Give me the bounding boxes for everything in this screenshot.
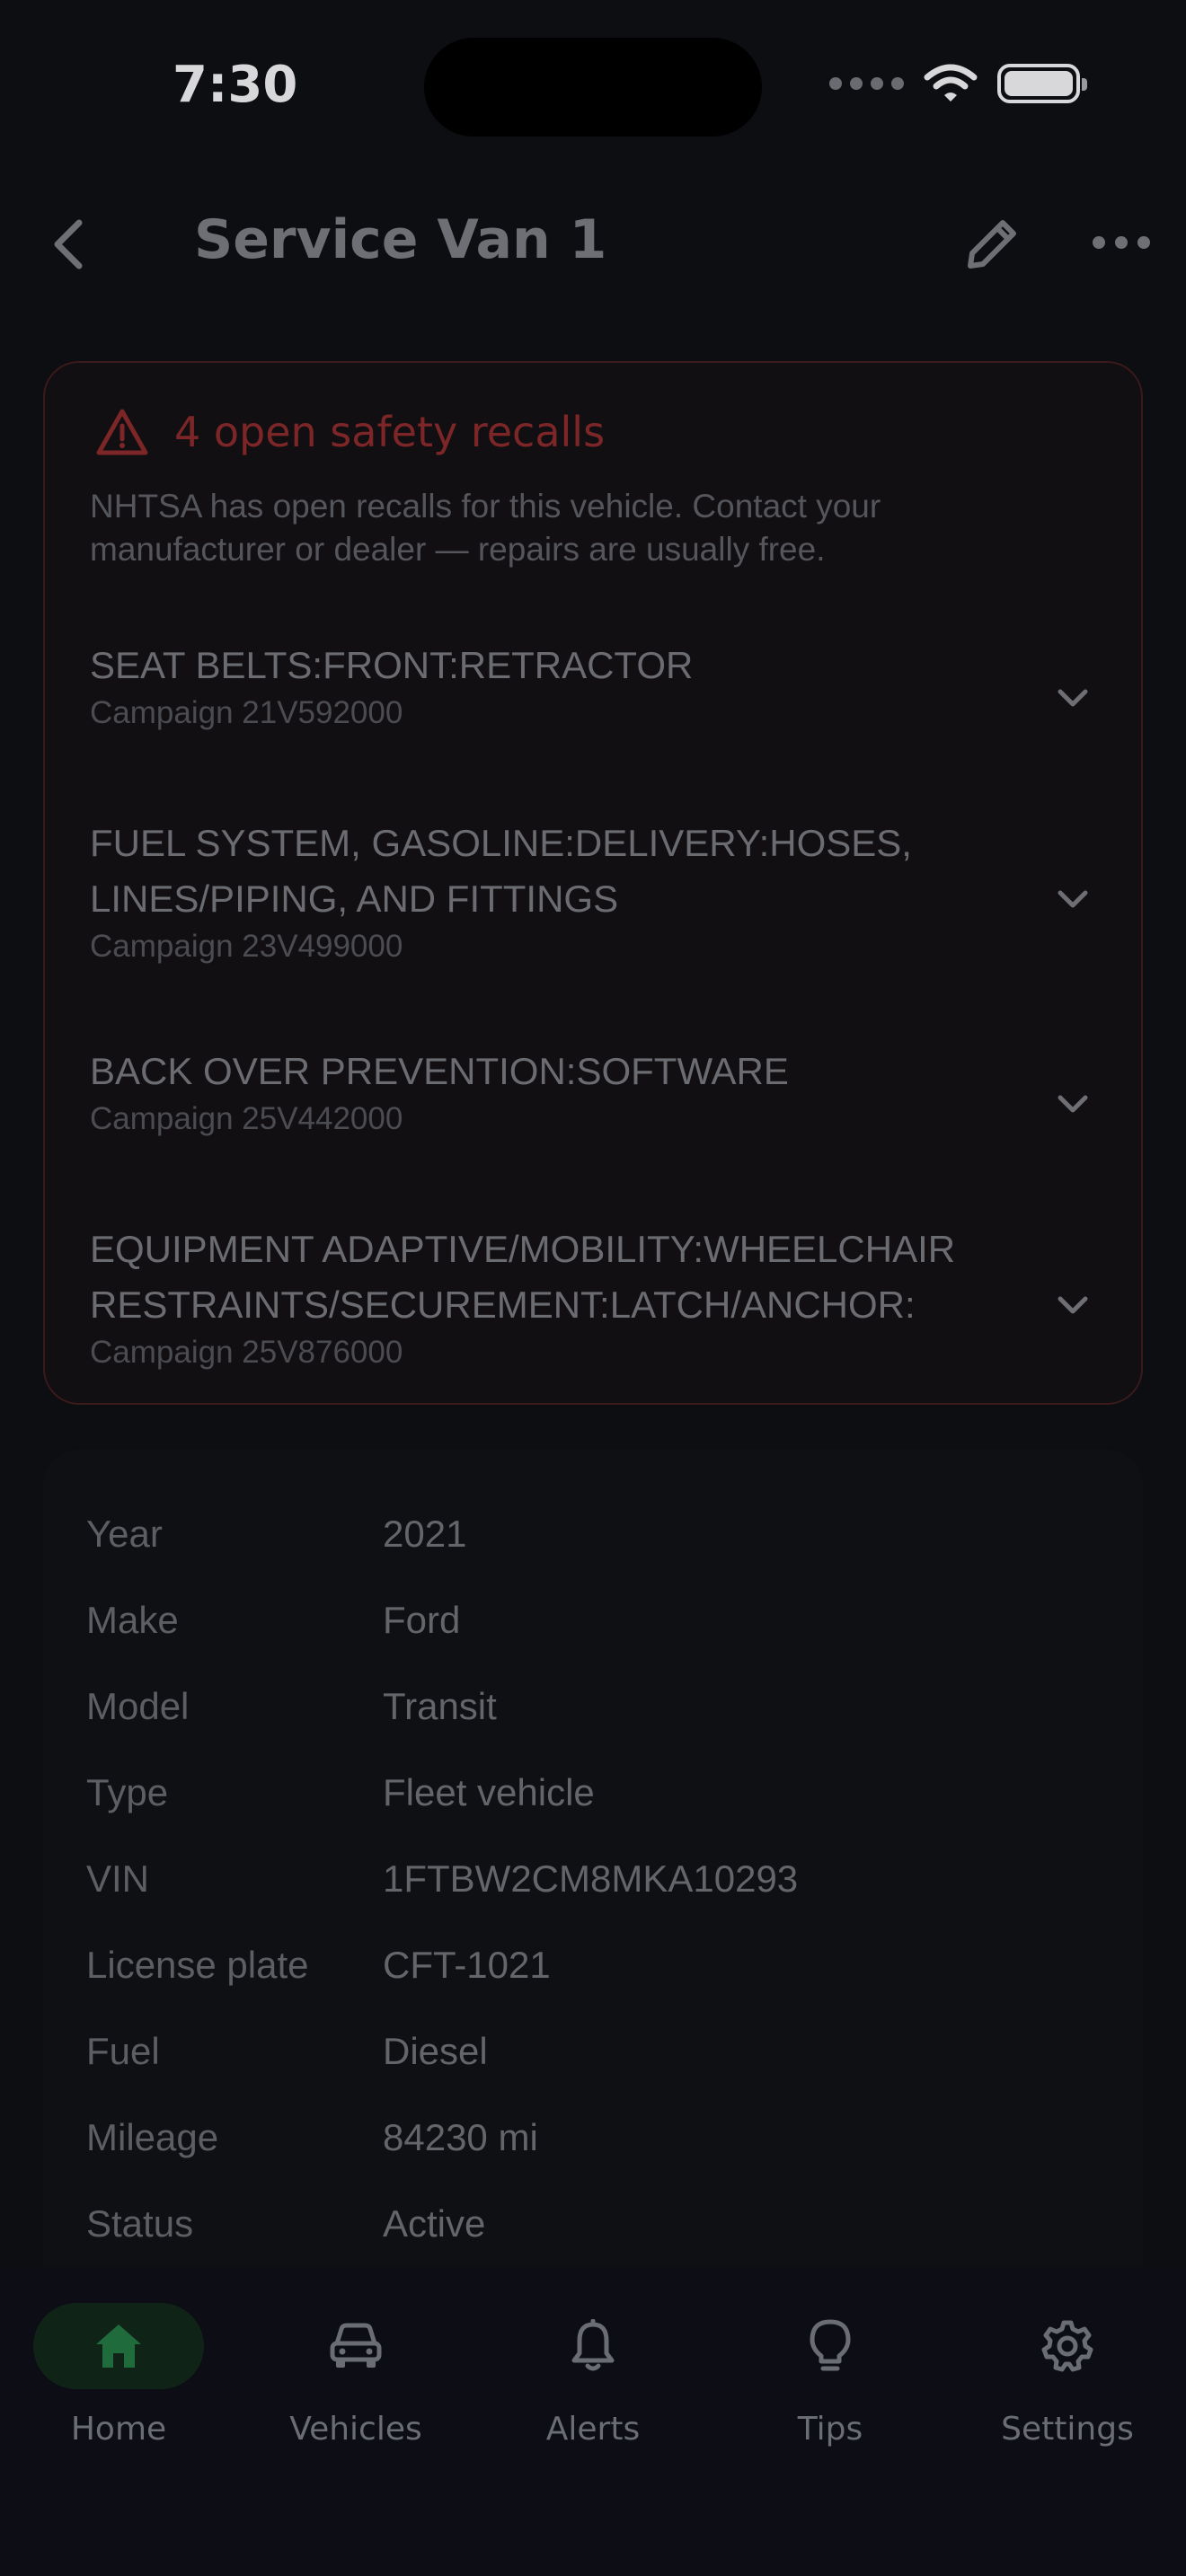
detail-value: CFT-1021 [383, 1944, 551, 1986]
detail-row-mileage: Mileage 84230 mi [86, 2111, 538, 2165]
nav-icon-wrap [508, 2303, 678, 2389]
detail-row-model: Model Transit [86, 1680, 497, 1734]
recalls-title: 4 open safety recalls [174, 408, 606, 456]
recall-name: EQUIPMENT ADAPTIVE/MOBILITY:WHEELCHAIR R… [90, 1228, 956, 1326]
recall-name: BACK OVER PREVENTION:SOFTWARE [90, 1050, 789, 1092]
detail-label: Model [86, 1685, 190, 1727]
detail-row-make: Make Ford [86, 1593, 460, 1647]
detail-value: Fleet vehicle [383, 1771, 595, 1813]
status-time: 7:30 [173, 56, 298, 114]
detail-label: VIN [86, 1857, 150, 1900]
pencil-icon [968, 220, 1016, 269]
status-icons [829, 63, 1087, 104]
battery-icon [997, 64, 1087, 103]
nav-item-vehicles[interactable]: Vehicles [237, 2303, 474, 2448]
warning-icon [96, 409, 148, 455]
home-icon [96, 2325, 141, 2368]
chevron-down-icon[interactable] [1055, 880, 1091, 916]
recall-campaign: Campaign 25V876000 [90, 1335, 403, 1370]
nav-label: Home [70, 2411, 167, 2448]
nav-icon-wrap [270, 2303, 441, 2389]
detail-label: License plate [86, 1944, 309, 1986]
nav-label: Alerts [545, 2411, 641, 2448]
recall-item[interactable]: FUEL SYSTEM, GASOLINE:DELIVERY:HOSES, LI… [90, 816, 1105, 965]
detail-label: Mileage [86, 2116, 219, 2158]
nav-label: Tips [797, 2411, 863, 2448]
detail-label: Type [86, 1771, 169, 1813]
recall-name: FUEL SYSTEM, GASOLINE:DELIVERY:HOSES, LI… [90, 822, 912, 920]
detail-value: 2021 [383, 1513, 467, 1555]
recalls-header: 4 open safety recalls [95, 408, 605, 456]
detail-row-vin: VIN 1FTBW2CM8MKA10293 [86, 1852, 798, 1906]
detail-label: Fuel [86, 2030, 160, 2072]
detail-row-fuel: Fuel Diesel [86, 2025, 488, 2078]
detail-row-type: Type Fleet vehicle [86, 1766, 595, 1820]
detail-value: Transit [383, 1685, 497, 1727]
page-title: Service Van 1 [194, 208, 607, 271]
detail-row-status: Status Active [86, 2197, 485, 2251]
back-button[interactable] [50, 208, 101, 280]
detail-value: 84230 mi [383, 2116, 538, 2158]
more-icon-dot [1137, 236, 1150, 249]
nav-item-home[interactable]: Home [0, 2303, 237, 2448]
bell-icon [571, 2319, 615, 2371]
vehicle-details-card: Year 2021 Make Ford Model Transit Type F… [43, 1450, 1143, 2348]
detail-label: Make [86, 1599, 179, 1641]
nav-item-tips[interactable]: Tips [712, 2303, 949, 2448]
edit-button[interactable] [960, 212, 1024, 277]
recall-item[interactable]: BACK OVER PREVENTION:SOFTWARE Campaign 2… [90, 1044, 1105, 1137]
recall-name: SEAT BELTS:FRONT:RETRACTOR [90, 644, 694, 686]
detail-label: Year [86, 1513, 163, 1555]
recall-item[interactable]: EQUIPMENT ADAPTIVE/MOBILITY:WHEELCHAIR R… [90, 1222, 1105, 1371]
nav-label: Vehicles [289, 2411, 422, 2448]
bottom-navigation: Home Vehicles Alerts Tips Settings [0, 2267, 1186, 2576]
recall-item[interactable]: SEAT BELTS:FRONT:RETRACTOR Campaign 21V5… [90, 638, 1105, 731]
recall-campaign: Campaign 23V499000 [90, 929, 403, 964]
chevron-down-icon[interactable] [1055, 1085, 1091, 1121]
detail-label: Status [86, 2202, 194, 2245]
cellular-signal-icon [829, 77, 904, 90]
nav-item-alerts[interactable]: Alerts [474, 2303, 712, 2448]
detail-row-license-plate: License plate CFT-1021 [86, 1938, 551, 1992]
more-icon-dot [1115, 236, 1128, 249]
recalls-card: 4 open safety recalls NHTSA has open rec… [43, 361, 1143, 1405]
chevron-down-icon[interactable] [1055, 1286, 1091, 1322]
nav-icon-wrap [745, 2303, 916, 2389]
nav-label: Settings [1001, 2411, 1134, 2448]
detail-value: Active [383, 2202, 486, 2245]
detail-row-year: Year 2021 [86, 1507, 466, 1561]
nav-active-indicator [33, 2303, 204, 2389]
recall-campaign: Campaign 21V592000 [90, 695, 403, 730]
more-icon-dot [1093, 236, 1105, 249]
detail-value: Diesel [383, 2030, 488, 2072]
recall-campaign: Campaign 25V442000 [90, 1101, 403, 1136]
recalls-description: NHTSA has open recalls for this vehicle.… [90, 488, 881, 568]
dynamic-island [424, 38, 762, 137]
detail-value: Ford [383, 1599, 461, 1641]
chevron-left-icon [54, 219, 83, 269]
car-icon [330, 2323, 382, 2368]
detail-value: 1FTBW2CM8MKA10293 [383, 1857, 799, 1900]
wifi-icon [924, 64, 978, 101]
chevron-down-icon[interactable] [1055, 679, 1091, 715]
gear-icon [1041, 2320, 1093, 2372]
nav-icon-wrap [982, 2303, 1153, 2389]
nav-item-settings[interactable]: Settings [949, 2303, 1186, 2448]
more-options-button[interactable] [1093, 221, 1150, 264]
lightbulb-icon [810, 2319, 851, 2371]
